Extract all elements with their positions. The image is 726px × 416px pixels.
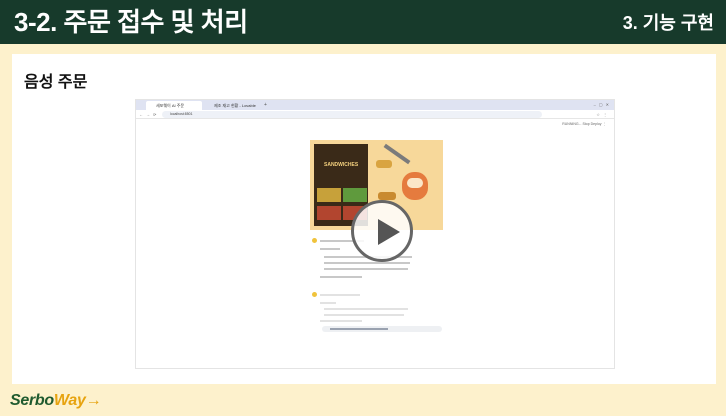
sandwich-icon <box>376 160 392 168</box>
footer: SerboWay→ <box>0 386 726 416</box>
text-line <box>324 262 410 264</box>
chat-avatar-icon <box>312 292 317 297</box>
robot-face-icon <box>407 178 423 188</box>
menu-cell <box>317 188 341 202</box>
text-line <box>324 268 408 270</box>
logo-text-1: Serbo <box>10 392 54 409</box>
page-title: 3-2. 주문 접수 및 처리 <box>14 7 248 37</box>
section-label: 3. 기능 구현 <box>622 13 714 33</box>
serboway-logo: SerboWay→ <box>10 392 102 410</box>
logo-text-2: Way <box>53 392 86 409</box>
chat-avatar-icon <box>312 238 317 243</box>
browser-menu-icon[interactable]: ☆⋮ <box>596 110 610 119</box>
text-line <box>320 248 340 250</box>
play-icon <box>378 219 400 245</box>
text-line <box>324 314 404 316</box>
audio-player[interactable] <box>322 326 442 332</box>
text-line <box>320 302 336 304</box>
text-line <box>320 276 362 278</box>
nav-arrows-icon[interactable]: ←→⟳ <box>139 110 159 119</box>
logo-arrow-icon: → <box>85 392 102 409</box>
embedded-video-screenshot[interactable]: 세포웨이 AI 주문 제조 재고 현황 - Lovable + –▢✕ ←→⟳ … <box>135 99 615 369</box>
browser-tab-strip: 세포웨이 AI 주문 제조 재고 현황 - Lovable + –▢✕ <box>136 100 614 110</box>
text-line <box>320 320 362 322</box>
address-field[interactable]: localhost:8501 <box>162 111 542 118</box>
content-panel: 음성 주문 세포웨이 AI 주문 제조 재고 현황 - Lovable + –▢… <box>12 54 716 384</box>
new-tab-icon[interactable]: + <box>264 100 267 110</box>
menu-cell <box>317 206 341 220</box>
audio-progress[interactable] <box>330 328 388 330</box>
menu-board-title: SANDWICHES <box>324 162 359 168</box>
text-line <box>320 294 360 296</box>
title-bar: 3-2. 주문 접수 및 처리 3. 기능 구현 <box>0 0 726 44</box>
play-button[interactable] <box>351 200 413 262</box>
text-line <box>324 308 408 310</box>
menu-cell <box>343 188 367 202</box>
browser-tab-2[interactable]: 제조 재고 현황 - Lovable <box>204 101 262 110</box>
window-controls[interactable]: –▢✕ <box>594 100 612 110</box>
sandwich-icon <box>378 192 396 200</box>
slide-subtitle: 음성 주문 <box>24 74 88 91</box>
browser-url-bar: ←→⟳ localhost:8501 ☆⋮ <box>136 110 614 119</box>
app-toolbar[interactable]: RUNNING... Stop Deploy ⋮ <box>562 122 606 126</box>
browser-tab-1[interactable]: 세포웨이 AI 주문 <box>146 101 202 110</box>
content-area: 음성 주문 세포웨이 AI 주문 제조 재고 현황 - Lovable + –▢… <box>0 44 726 386</box>
